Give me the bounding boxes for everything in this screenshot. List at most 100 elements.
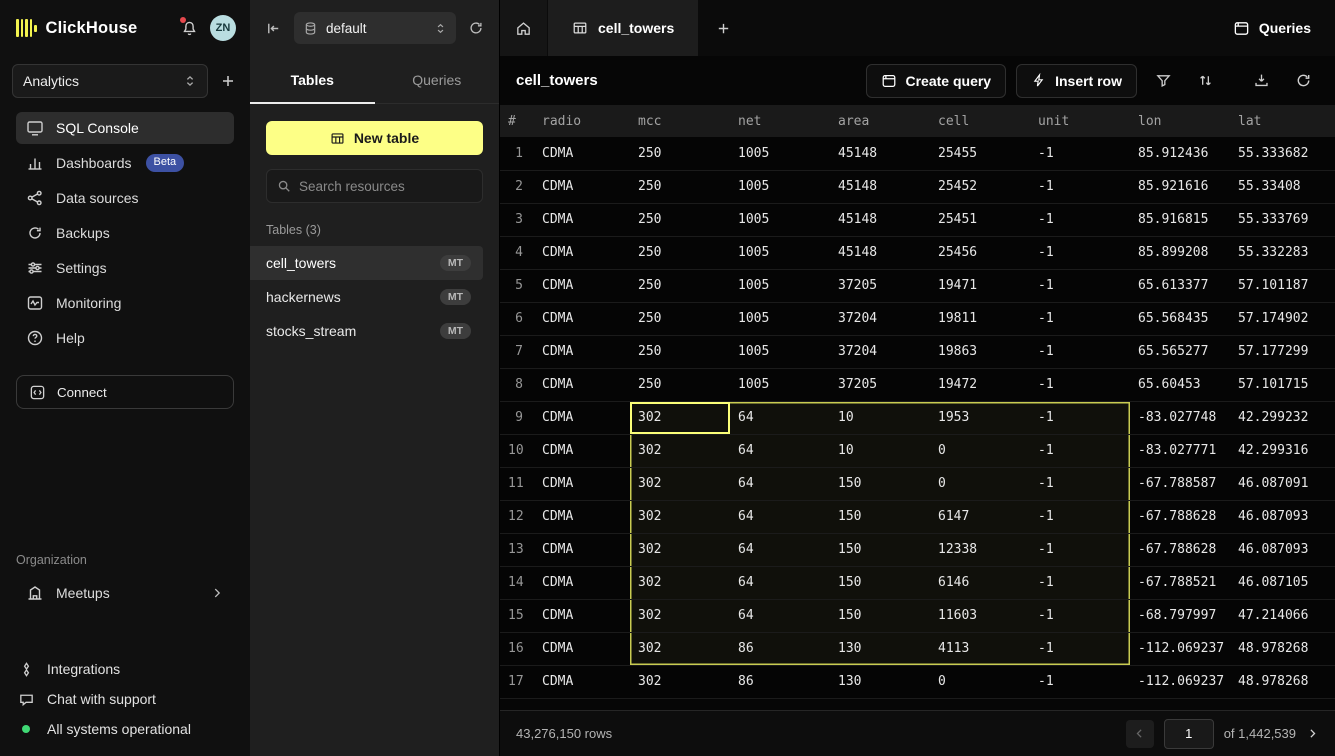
data-cell[interactable]: 250 <box>630 368 730 401</box>
row-number-cell[interactable]: 2 <box>500 170 534 203</box>
data-cell[interactable]: CDMA <box>534 368 630 401</box>
workspace-select[interactable]: Analytics <box>12 64 208 98</box>
data-cell[interactable]: CDMA <box>534 599 630 632</box>
tab-queries[interactable]: Queries <box>375 56 500 103</box>
data-cell[interactable]: 1005 <box>730 203 830 236</box>
integrations-item[interactable]: Integrations <box>0 654 250 684</box>
refresh-icon[interactable] <box>1287 65 1319 97</box>
database-select[interactable]: default <box>294 12 456 44</box>
data-cell[interactable]: 250 <box>630 335 730 368</box>
data-cell[interactable]: 55.333769 <box>1230 203 1335 236</box>
data-cell[interactable]: 250 <box>630 203 730 236</box>
data-cell[interactable]: 0 <box>930 665 1030 698</box>
data-cell[interactable]: -1 <box>1030 566 1130 599</box>
data-cell[interactable]: 85.912436 <box>1130 137 1230 170</box>
data-cell[interactable]: 55.333682 <box>1230 137 1335 170</box>
data-cell[interactable]: 65.568435 <box>1130 302 1230 335</box>
data-cell[interactable]: 150 <box>830 500 930 533</box>
data-cell[interactable]: 1005 <box>730 137 830 170</box>
data-cell[interactable]: 150 <box>830 533 930 566</box>
data-cell[interactable]: -1 <box>1030 302 1130 335</box>
data-cell[interactable]: 250 <box>630 302 730 335</box>
table-list-item-hackernews[interactable]: hackernews MT <box>250 280 483 314</box>
column-header-unit[interactable]: unit <box>1030 105 1130 137</box>
data-cell[interactable]: 64 <box>730 533 830 566</box>
data-cell[interactable]: 25451 <box>930 203 1030 236</box>
data-cell[interactable]: 46.087091 <box>1230 467 1335 500</box>
download-icon[interactable] <box>1245 65 1277 97</box>
data-cell[interactable]: -1 <box>1030 632 1130 665</box>
sidebar-item-backups[interactable]: Backups <box>16 217 234 249</box>
data-cell[interactable]: 42.299232 <box>1230 401 1335 434</box>
data-cell[interactable]: -1 <box>1030 137 1130 170</box>
search-input[interactable] <box>299 179 476 194</box>
data-cell[interactable]: 0 <box>930 434 1030 467</box>
collapse-panel-icon[interactable] <box>265 20 282 37</box>
row-number-cell[interactable]: 4 <box>500 236 534 269</box>
table-list-item-cell-towers[interactable]: cell_towers MT <box>250 246 483 280</box>
data-cell[interactable]: 65.60453 <box>1130 368 1230 401</box>
data-cell[interactable]: 4113 <box>930 632 1030 665</box>
row-number-cell[interactable]: 8 <box>500 368 534 401</box>
row-number-cell[interactable]: 3 <box>500 203 534 236</box>
sidebar-item-sql-console[interactable]: SQL Console <box>16 112 234 144</box>
page-prev-button[interactable] <box>1126 720 1154 748</box>
data-cell[interactable]: 25452 <box>930 170 1030 203</box>
data-cell[interactable]: CDMA <box>534 170 630 203</box>
data-cell[interactable]: -1 <box>1030 170 1130 203</box>
queries-button[interactable]: Queries <box>1209 0 1335 56</box>
row-number-cell[interactable]: 1 <box>500 137 534 170</box>
data-cell[interactable]: 57.101187 <box>1230 269 1335 302</box>
tab-cell-towers[interactable]: cell_towers <box>548 0 698 56</box>
data-cell[interactable]: 86 <box>730 632 830 665</box>
data-cell[interactable]: -67.788587 <box>1130 467 1230 500</box>
column-header-radio[interactable]: radio <box>534 105 630 137</box>
notifications-bell-icon[interactable] <box>181 20 198 37</box>
data-cell[interactable]: 64 <box>730 401 830 434</box>
data-cell[interactable]: CDMA <box>534 566 630 599</box>
data-cell[interactable]: -67.788521 <box>1130 566 1230 599</box>
data-cell[interactable]: 45148 <box>830 236 930 269</box>
active-cell[interactable]: 302 <box>630 401 730 434</box>
column-header-lon[interactable]: lon <box>1130 105 1230 137</box>
data-cell[interactable]: 46.087093 <box>1230 533 1335 566</box>
data-cell[interactable]: 150 <box>830 467 930 500</box>
data-cell[interactable]: 302 <box>630 632 730 665</box>
data-cell[interactable]: 46.087105 <box>1230 566 1335 599</box>
data-cell[interactable]: 55.332283 <box>1230 236 1335 269</box>
row-number-cell[interactable]: 11 <box>500 467 534 500</box>
row-number-cell[interactable]: 13 <box>500 533 534 566</box>
new-table-button[interactable]: New table <box>266 121 483 155</box>
data-cell[interactable]: 302 <box>630 467 730 500</box>
data-cell[interactable]: -1 <box>1030 533 1130 566</box>
sidebar-item-dashboards[interactable]: Dashboards Beta <box>16 147 234 179</box>
sidebar-item-help[interactable]: Help <box>16 322 234 354</box>
row-number-cell[interactable]: 9 <box>500 401 534 434</box>
add-workspace-button[interactable] <box>220 73 236 89</box>
row-number-cell[interactable]: 14 <box>500 566 534 599</box>
row-number-cell[interactable]: 15 <box>500 599 534 632</box>
data-cell[interactable]: 85.899208 <box>1130 236 1230 269</box>
data-cell[interactable]: 57.177299 <box>1230 335 1335 368</box>
data-cell[interactable]: -1 <box>1030 236 1130 269</box>
insert-row-button[interactable]: Insert row <box>1016 64 1137 98</box>
row-number-cell[interactable]: 17 <box>500 665 534 698</box>
data-cell[interactable]: 85.916815 <box>1130 203 1230 236</box>
data-cell[interactable]: CDMA <box>534 269 630 302</box>
page-next-button[interactable] <box>1306 727 1319 740</box>
data-cell[interactable]: 46.087093 <box>1230 500 1335 533</box>
data-cell[interactable]: CDMA <box>534 137 630 170</box>
data-cell[interactable]: CDMA <box>534 434 630 467</box>
column-header-num[interactable]: # <box>500 105 534 137</box>
sidebar-item-settings[interactable]: Settings <box>16 252 234 284</box>
data-cell[interactable]: 25456 <box>930 236 1030 269</box>
data-cell[interactable]: 85.921616 <box>1130 170 1230 203</box>
data-cell[interactable]: 19471 <box>930 269 1030 302</box>
system-status-item[interactable]: All systems operational <box>0 714 250 744</box>
data-cell[interactable]: -1 <box>1030 335 1130 368</box>
data-cell[interactable]: 10 <box>830 401 930 434</box>
data-cell[interactable]: 37205 <box>830 269 930 302</box>
data-cell[interactable]: 48.978268 <box>1230 665 1335 698</box>
data-cell[interactable]: CDMA <box>534 500 630 533</box>
data-cell[interactable]: 19811 <box>930 302 1030 335</box>
